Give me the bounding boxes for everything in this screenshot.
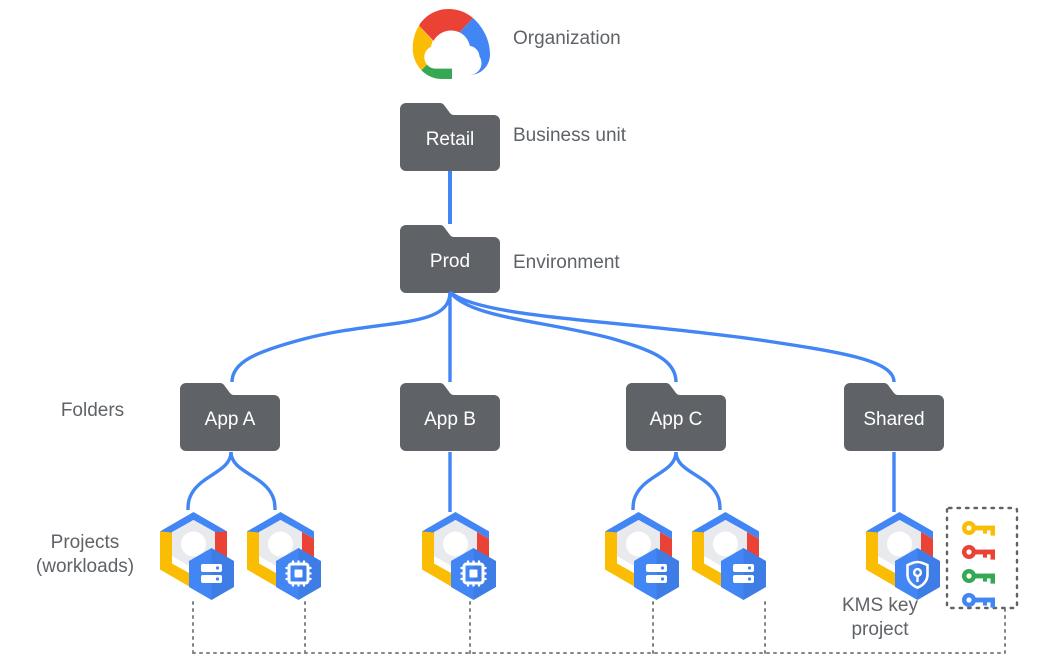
diagram-canvas: Organization Business unit Environment F… [0,0,1037,667]
kms-keys-group [945,506,1019,610]
folder-label-app-c: App C [649,409,703,430]
key-icon-blue [962,593,995,608]
project-icon-proj-c1 [605,512,679,600]
row-label-folders: Folders [60,400,125,421]
connector-appc-proj2 [674,451,722,511]
kms-keys-box-border [945,506,1019,610]
google-cloud-logo-icon [412,9,490,79]
tier-label-business-unit: Business unit [513,125,627,146]
connector-appa-proj1 [186,451,233,511]
folder-label-app-b: App B [424,409,476,430]
folder-label-shared: Shared [863,409,925,430]
folder-label-app-a: App A [204,409,256,430]
connector-prod-appa [230,291,452,383]
folder-label-retail: Retail [425,129,475,150]
project-icon-proj-kms [866,512,940,600]
project-icon-proj-c2 [692,512,766,600]
key-icon-green [962,569,995,584]
row-label-projects-line1: Projects [50,532,120,553]
tier-label-organization: Organization [513,28,621,49]
row-label-projects-line2: (workloads) [35,556,135,577]
connector-group-prod-folders [230,290,896,383]
key-icon-yellow [962,521,995,536]
project-icon-proj-b1 [422,512,496,600]
connector-appc-proj1 [631,451,678,511]
key-icon-red [962,545,995,560]
project-icon-proj-a2 [247,512,321,600]
kms-caption-line2: project [851,619,909,640]
tier-label-environment: Environment [513,252,620,273]
connector-appa-proj2 [229,451,277,511]
connector-group-folders-projects [186,451,896,512]
kms-caption-line1: KMS key [841,595,919,616]
folder-label-prod: Prod [429,251,471,272]
project-icon-proj-a1 [160,512,234,600]
